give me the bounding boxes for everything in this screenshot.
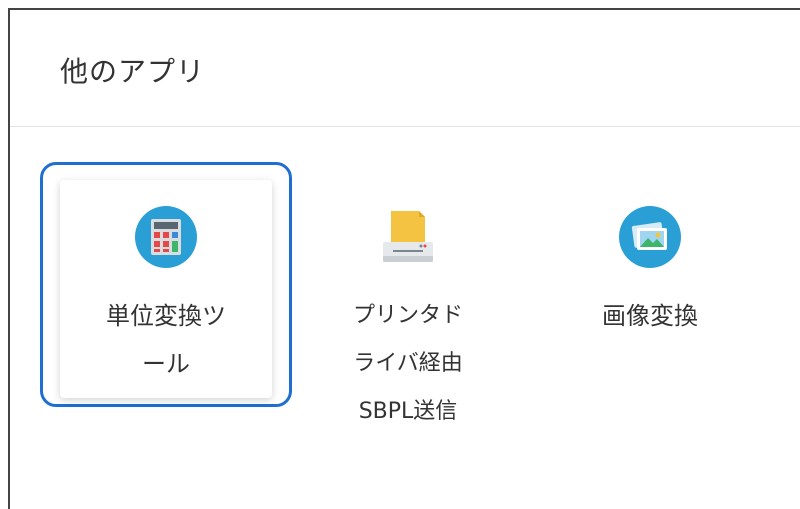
app-label-unit-converter: 単位変換ツ ール	[106, 302, 226, 378]
image-icon	[619, 206, 681, 268]
app-card-image-converter[interactable]: 画像変換	[544, 180, 756, 398]
panel-header: 他のアプリ	[10, 10, 800, 127]
other-apps-panel: 他のアプリ 単位変換ツ ール プリンタド ライバ経由 SBPL送信 画像変換	[8, 8, 800, 509]
app-card-sbpl-send[interactable]: プリンタド ライバ経由 SBPL送信	[302, 180, 514, 424]
app-label-image-converter: 画像変換	[602, 302, 698, 330]
app-label-sbpl-send: プリンタド ライバ経由 SBPL送信	[352, 303, 463, 424]
printer-icon	[383, 211, 433, 262]
app-card-unit-converter[interactable]: 単位変換ツ ール	[60, 180, 272, 398]
page-title: 他のアプリ	[60, 55, 206, 88]
calculator-icon	[135, 206, 197, 268]
app-grid: 単位変換ツ ール プリンタド ライバ経由 SBPL送信 画像変換	[10, 127, 800, 509]
